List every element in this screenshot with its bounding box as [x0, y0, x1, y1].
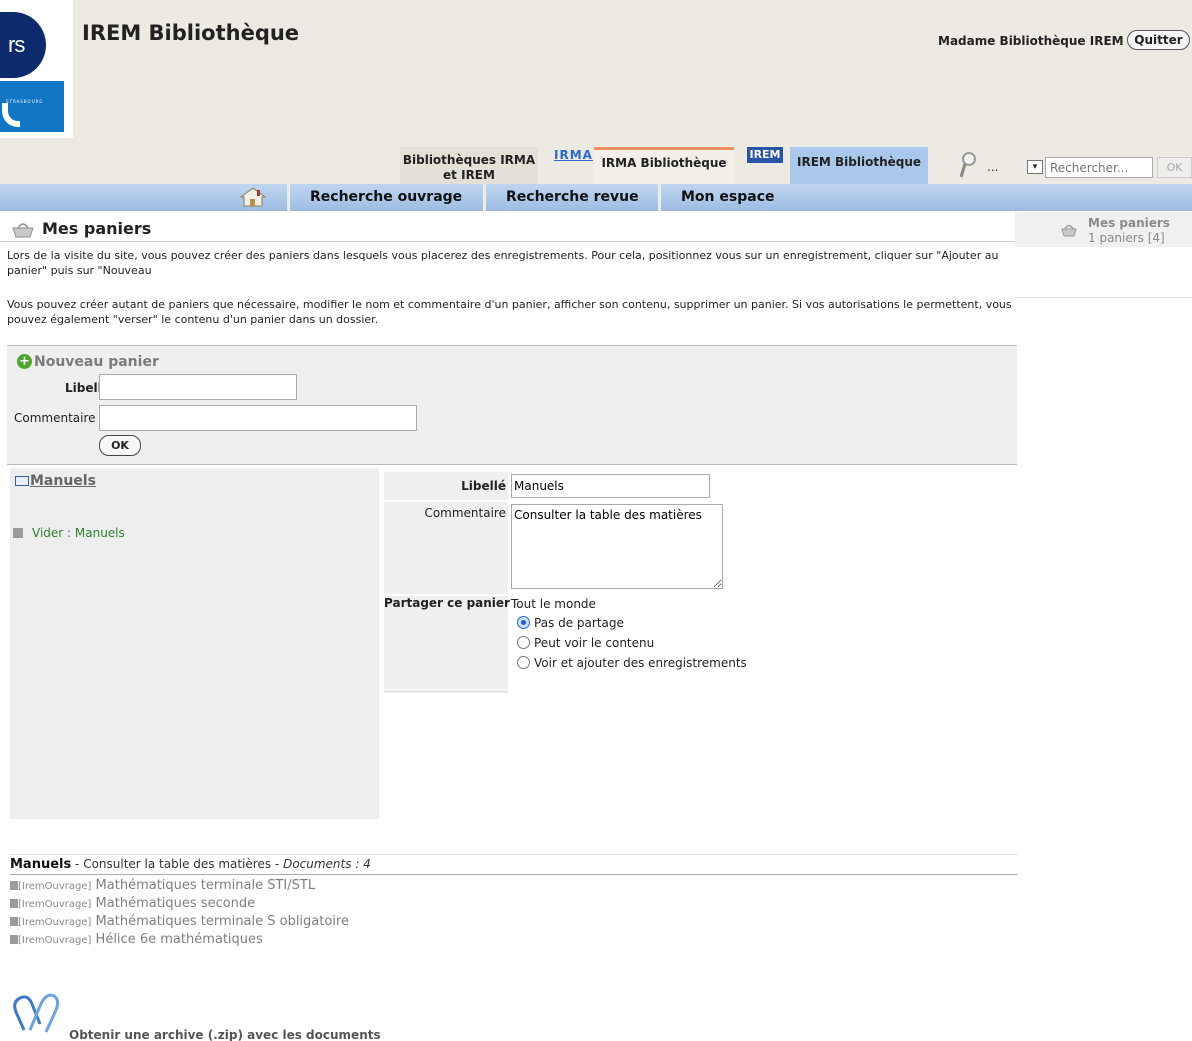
quit-button[interactable]: Quitter — [1127, 30, 1190, 50]
bullet-icon — [10, 881, 18, 890]
doc-title[interactable]: Mathématiques terminale S obligatoire — [96, 914, 349, 929]
divider — [0, 241, 1015, 242]
nav-mon-espace[interactable]: Mon espace — [681, 189, 774, 205]
basket-icon — [1061, 224, 1077, 237]
tab-irem[interactable]: IREM Bibliothèque — [790, 147, 928, 184]
nav-recherche-revue[interactable]: Recherche revue — [506, 189, 639, 205]
unistra-logo: STRASBOURG — [0, 81, 64, 132]
contents-header: Manuels - Consulter la table des matière… — [10, 857, 371, 872]
basket-list: Manuels Vider : Manuels — [10, 468, 379, 819]
list-item[interactable]: [IremOuvrage] Hélice 6e mathématiques — [10, 932, 263, 947]
search-input[interactable] — [1045, 157, 1153, 178]
contents-comment: Consulter la table des matières — [83, 857, 272, 871]
right-panel-header[interactable]: Mes paniers 1 paniers [4] — [1015, 212, 1192, 247]
new-basket-panel: + Nouveau panier Libellé Commentaire OK — [7, 345, 1017, 465]
zip-download-link[interactable]: Obtenir une archive (.zip) avec les docu… — [69, 1028, 381, 1041]
radio-checked[interactable] — [517, 616, 530, 629]
intro-paragraph: Lors de la visite du site, vous pouvez c… — [7, 249, 999, 277]
paperclip-icon[interactable] — [10, 982, 60, 1037]
new-basket-title: Nouveau panier — [34, 354, 159, 370]
edit-libelle-input[interactable] — [511, 474, 710, 498]
divider — [10, 854, 1017, 855]
user-name: Madame Bibliothèque IREM — [938, 34, 1124, 48]
app-title: IREM Bibliothèque — [82, 21, 300, 45]
divider — [384, 690, 508, 693]
list-item[interactable]: [IremOuvrage] Mathématiques terminale S … — [10, 914, 349, 929]
search-ok-button[interactable]: OK — [1157, 157, 1192, 178]
navbar: Recherche ouvrage Recherche revue Mon es… — [0, 184, 1192, 211]
tab-irma-irem[interactable]: Bibliothèques IRMA et IREM — [400, 147, 538, 184]
contents-basket-name: Manuels — [10, 857, 72, 872]
page-title: Mes paniers — [42, 219, 152, 238]
doc-tag: [IremOuvrage] — [18, 935, 92, 946]
intro-paragraph: Vous pouvez créer autant de paniers que … — [7, 298, 1012, 326]
doc-tag: [IremOuvrage] — [18, 899, 92, 910]
share-option-label: Peut voir le contenu — [534, 636, 655, 650]
search-selector[interactable]: ▾ — [1027, 160, 1043, 174]
comment-label: Commentaire — [14, 411, 96, 425]
empty-basket-link[interactable]: Vider : Manuels — [32, 526, 125, 540]
share-scope: Tout le monde — [511, 597, 596, 611]
bullet-icon — [10, 935, 18, 944]
basket-icon — [12, 223, 34, 238]
logo-box: rs STRASBOURG — [0, 0, 73, 138]
contents-count: Documents : 4 — [283, 857, 371, 871]
doc-title[interactable]: Mathématiques terminale STI/STL — [96, 878, 316, 893]
unistra-swirl — [2, 103, 20, 127]
new-libelle-input[interactable] — [99, 374, 297, 400]
folder-icon — [15, 476, 29, 486]
header: rs STRASBOURG IREM Bibliothèque Madame B… — [0, 0, 1192, 184]
contents-separator: - — [71, 857, 84, 871]
nav-recherche-ouvrage[interactable]: Recherche ouvrage — [310, 189, 462, 205]
search-more[interactable]: ... — [987, 160, 998, 174]
divider — [10, 874, 1017, 875]
cnrs-logo: rs — [0, 12, 46, 78]
home-icon[interactable] — [240, 187, 266, 207]
add-icon: + — [17, 354, 32, 369]
edit-comment-input[interactable]: Consulter la table des matières — [511, 504, 723, 589]
share-label: Partager ce panier — [384, 596, 510, 610]
cnrs-logo-text: rs — [8, 32, 25, 57]
radio[interactable] — [517, 636, 530, 649]
share-option-label: Pas de partage — [534, 616, 624, 630]
empty-icon — [13, 528, 23, 538]
right-panel-count: 1 paniers [4] — [1088, 231, 1165, 245]
share-option-view[interactable]: Peut voir le contenu — [517, 636, 654, 650]
right-panel: Mes paniers 1 paniers [4] — [1015, 212, 1192, 298]
irma-logo[interactable]: IRMA — [554, 148, 593, 162]
tab-irma[interactable]: IRMA Bibliothèque — [594, 147, 734, 184]
share-option-none[interactable]: Pas de partage — [517, 616, 624, 630]
edit-libelle-label: Libellé — [384, 472, 508, 500]
magnifier-icon[interactable] — [958, 150, 978, 180]
nav-separator — [287, 184, 290, 211]
list-item[interactable]: [IremOuvrage] Mathématiques seconde — [10, 896, 255, 911]
doc-title[interactable]: Hélice 6e mathématiques — [96, 932, 263, 947]
doc-tag: [IremOuvrage] — [18, 917, 92, 928]
create-ok-button[interactable]: OK — [99, 435, 141, 456]
doc-title[interactable]: Mathématiques seconde — [96, 896, 256, 911]
bullet-icon — [10, 917, 18, 926]
nav-separator — [483, 184, 486, 211]
irem-logo[interactable]: IREM — [747, 147, 783, 163]
bullet-icon — [10, 899, 18, 908]
radio[interactable] — [517, 656, 530, 669]
share-option-add[interactable]: Voir et ajouter des enregistrements — [517, 656, 747, 670]
doc-tag: [IremOuvrage] — [18, 881, 92, 892]
nav-separator — [658, 184, 661, 211]
contents-separator: - — [271, 857, 284, 871]
right-panel-title[interactable]: Mes paniers — [1088, 216, 1170, 230]
basket-link[interactable]: Manuels — [30, 473, 96, 489]
list-item[interactable]: [IremOuvrage] Mathématiques terminale ST… — [10, 878, 315, 893]
new-comment-input[interactable] — [99, 405, 417, 431]
edit-comment-label: Commentaire — [384, 502, 508, 594]
share-option-label: Voir et ajouter des enregistrements — [534, 656, 747, 670]
